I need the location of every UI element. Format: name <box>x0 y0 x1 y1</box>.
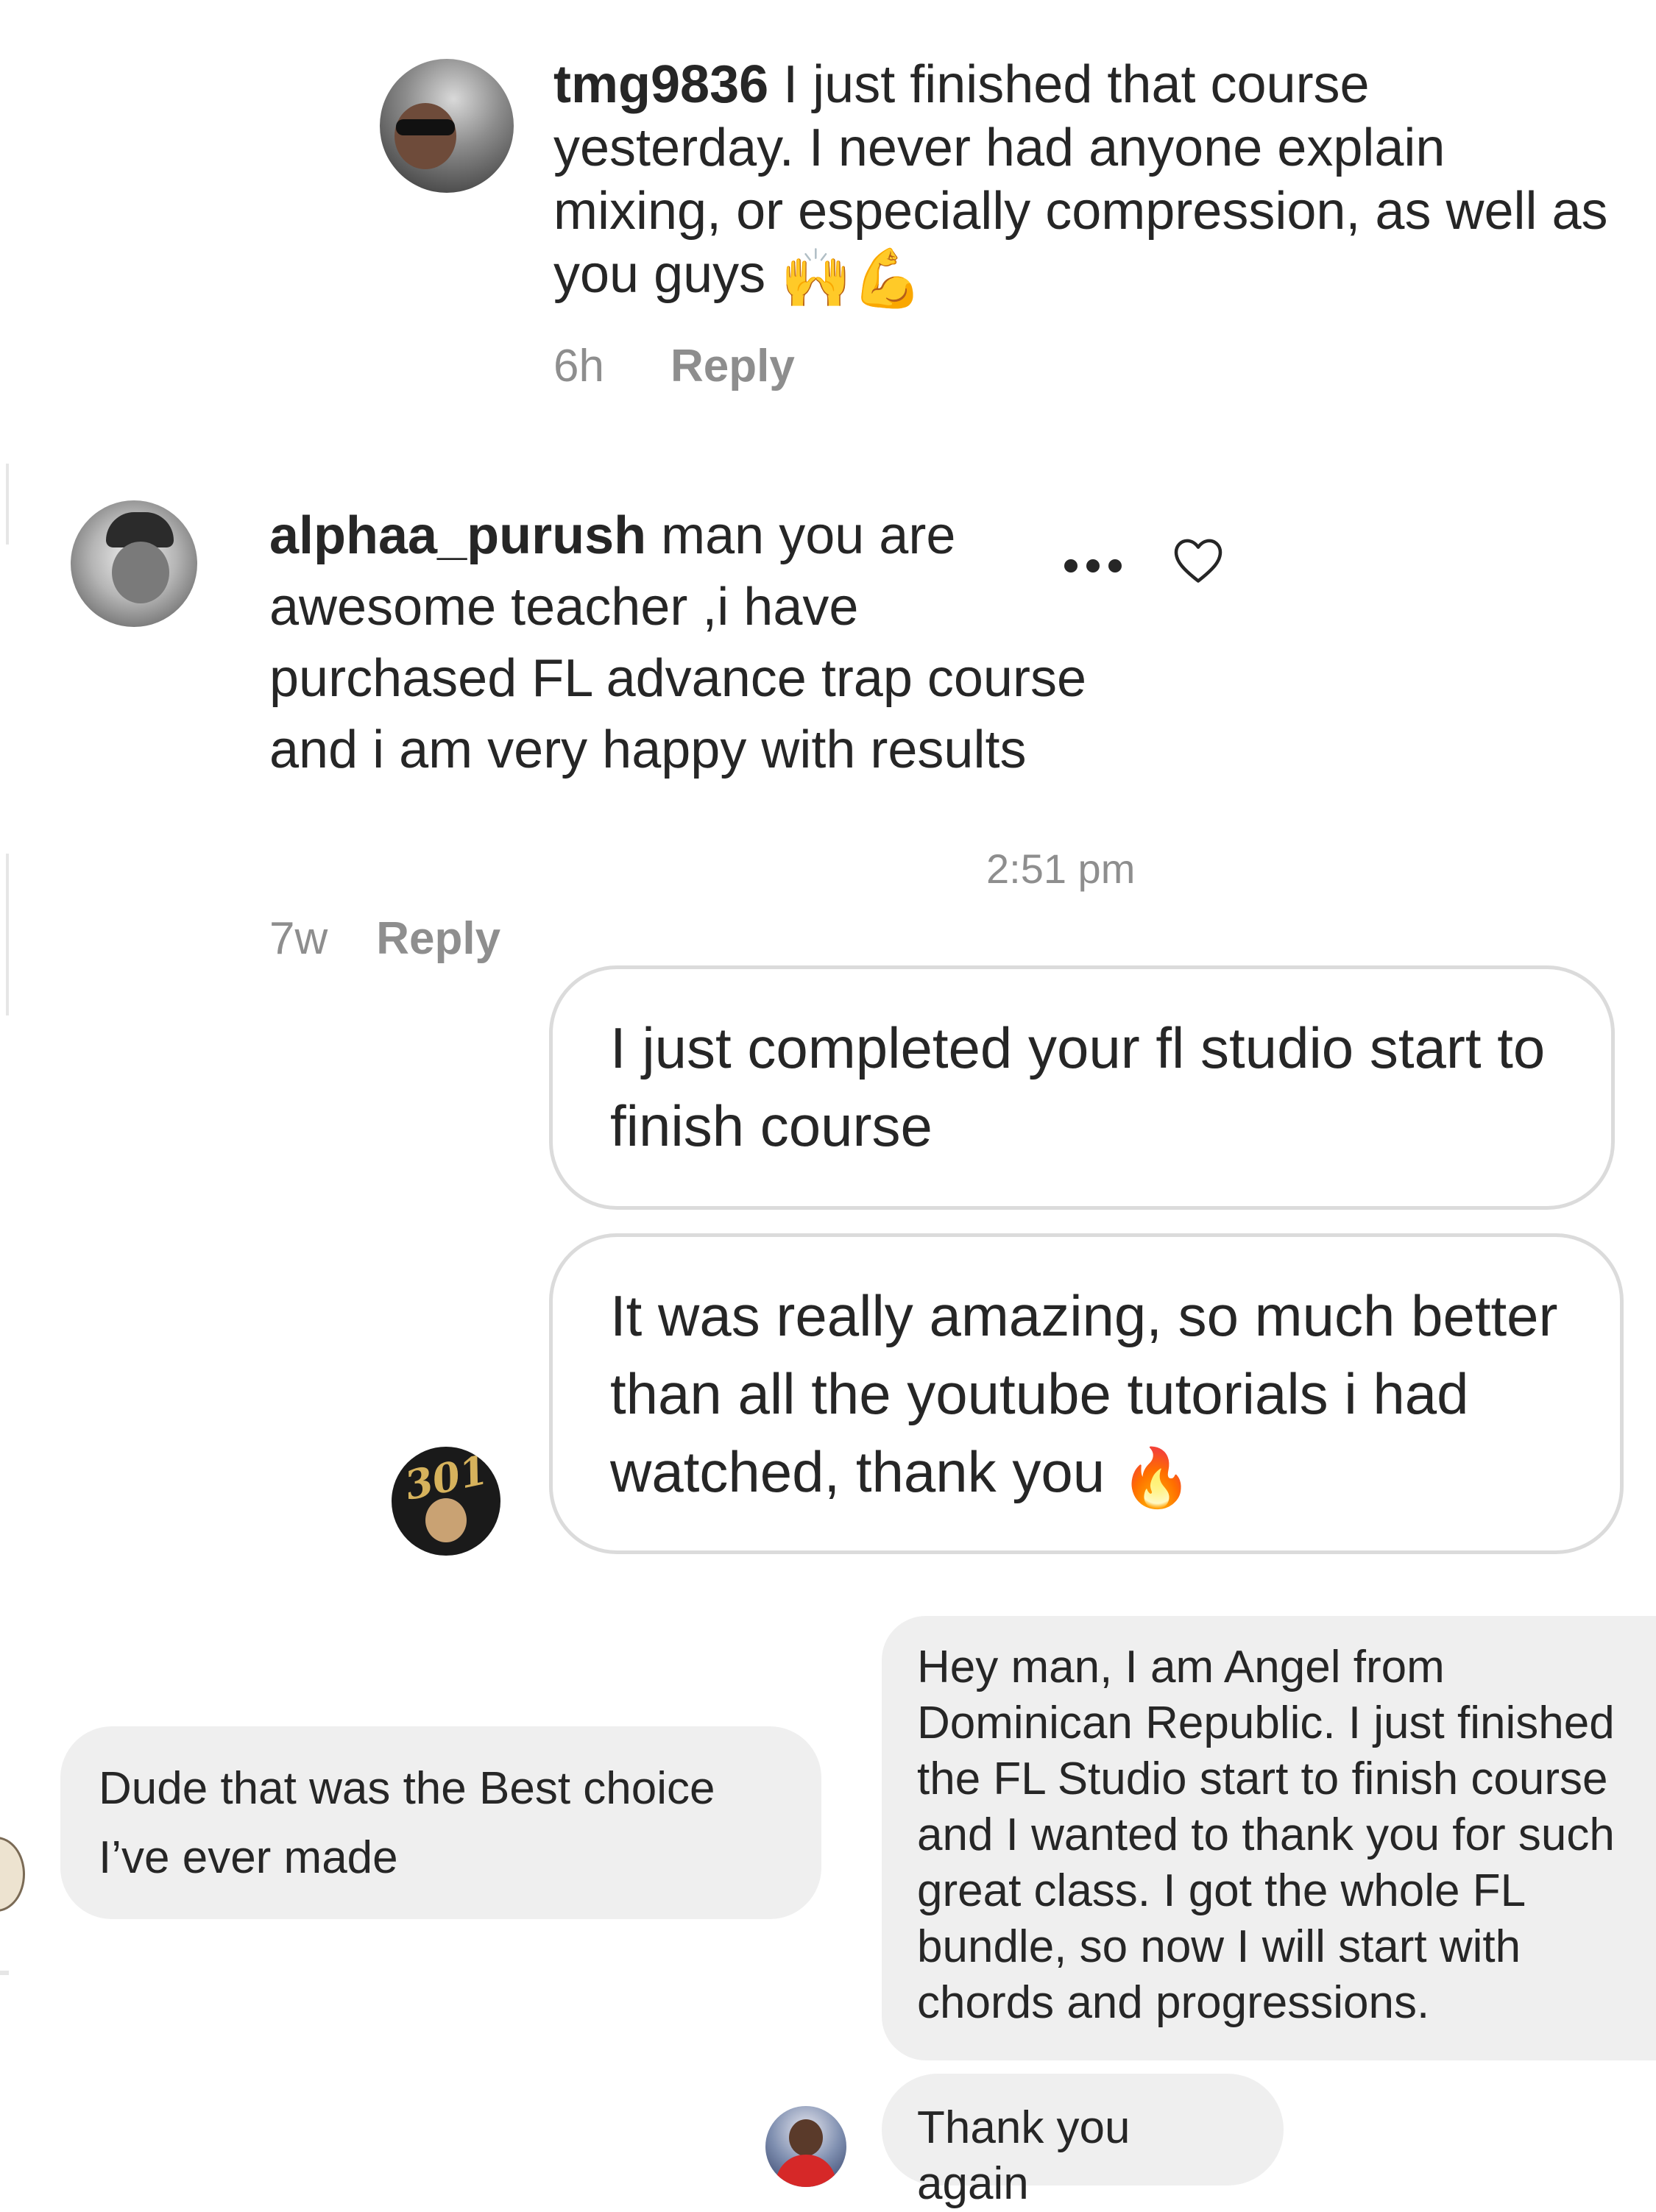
avatar-head <box>789 2119 823 2156</box>
avatar-face <box>394 103 456 169</box>
comment-alphaa-purush: alphaa_purush man you are awesome teache… <box>269 500 1108 786</box>
comment-time: 7w <box>269 913 328 964</box>
heart-outline-icon[interactable] <box>1172 536 1225 584</box>
avatar-head <box>112 542 169 603</box>
raising-hands-flexed-biceps-emoji: 🙌💪 <box>780 246 924 311</box>
avatar-tmg9836[interactable] <box>380 59 514 193</box>
message-bubble[interactable]: It was really amazing, so much better th… <box>549 1233 1624 1554</box>
ellipsis-icon-dot <box>1108 559 1122 573</box>
message-text: Hey man, I am Angel from Dominican Repub… <box>917 1642 1615 2028</box>
message-bubble[interactable]: Dude that was the Best choice I’ve ever … <box>60 1726 821 1919</box>
message-bubble[interactable]: Thank you again <box>882 2074 1284 2209</box>
screenshot-edge-divider <box>6 854 9 1015</box>
comment-username[interactable]: tmg9836 <box>553 55 768 114</box>
avatar-shirt <box>776 2155 836 2187</box>
message-bubble[interactable]: I just completed your fl studio start to… <box>549 965 1615 1210</box>
fire-emoji: 🔥 <box>1120 1445 1192 1510</box>
partial-avatar <box>0 1837 25 1912</box>
avatar-angel[interactable] <box>765 2106 846 2187</box>
ellipsis-icon-dot <box>1064 559 1078 573</box>
comment-tmg9836: tmg9836 I just finished that course yest… <box>553 53 1621 307</box>
message-text: Thank you again <box>917 2102 1130 2209</box>
message-timestamp: 2:51 pm <box>986 846 1136 892</box>
avatar-sunglasses <box>396 119 455 135</box>
comment-meta: 7w Reply <box>269 912 500 965</box>
avatar-301[interactable]: 301 <box>392 1447 500 1556</box>
reply-button[interactable]: Reply <box>376 913 500 964</box>
ellipsis-icon-dot <box>1086 559 1100 573</box>
message-text: I just completed your fl studio start to… <box>610 1015 1546 1158</box>
avatar-alphaa-purush[interactable] <box>71 500 197 627</box>
comment-meta: 6h Reply <box>553 340 795 392</box>
reply-button[interactable]: Reply <box>670 341 795 391</box>
message-text: Dude that was the Best choice I’ve ever … <box>99 1763 715 1883</box>
comment-username[interactable]: alphaa_purush <box>269 506 646 565</box>
screenshot-edge-divider <box>0 1971 9 1975</box>
avatar-face <box>425 1498 467 1542</box>
message-text: It was really amazing, so much better th… <box>610 1283 1558 1504</box>
comment-time: 6h <box>553 341 604 391</box>
screenshot-edge-divider <box>6 464 9 545</box>
message-bubble[interactable]: Hey man, I am Angel from Dominican Repub… <box>882 1616 1656 2060</box>
more-options-button[interactable] <box>1064 555 1130 577</box>
